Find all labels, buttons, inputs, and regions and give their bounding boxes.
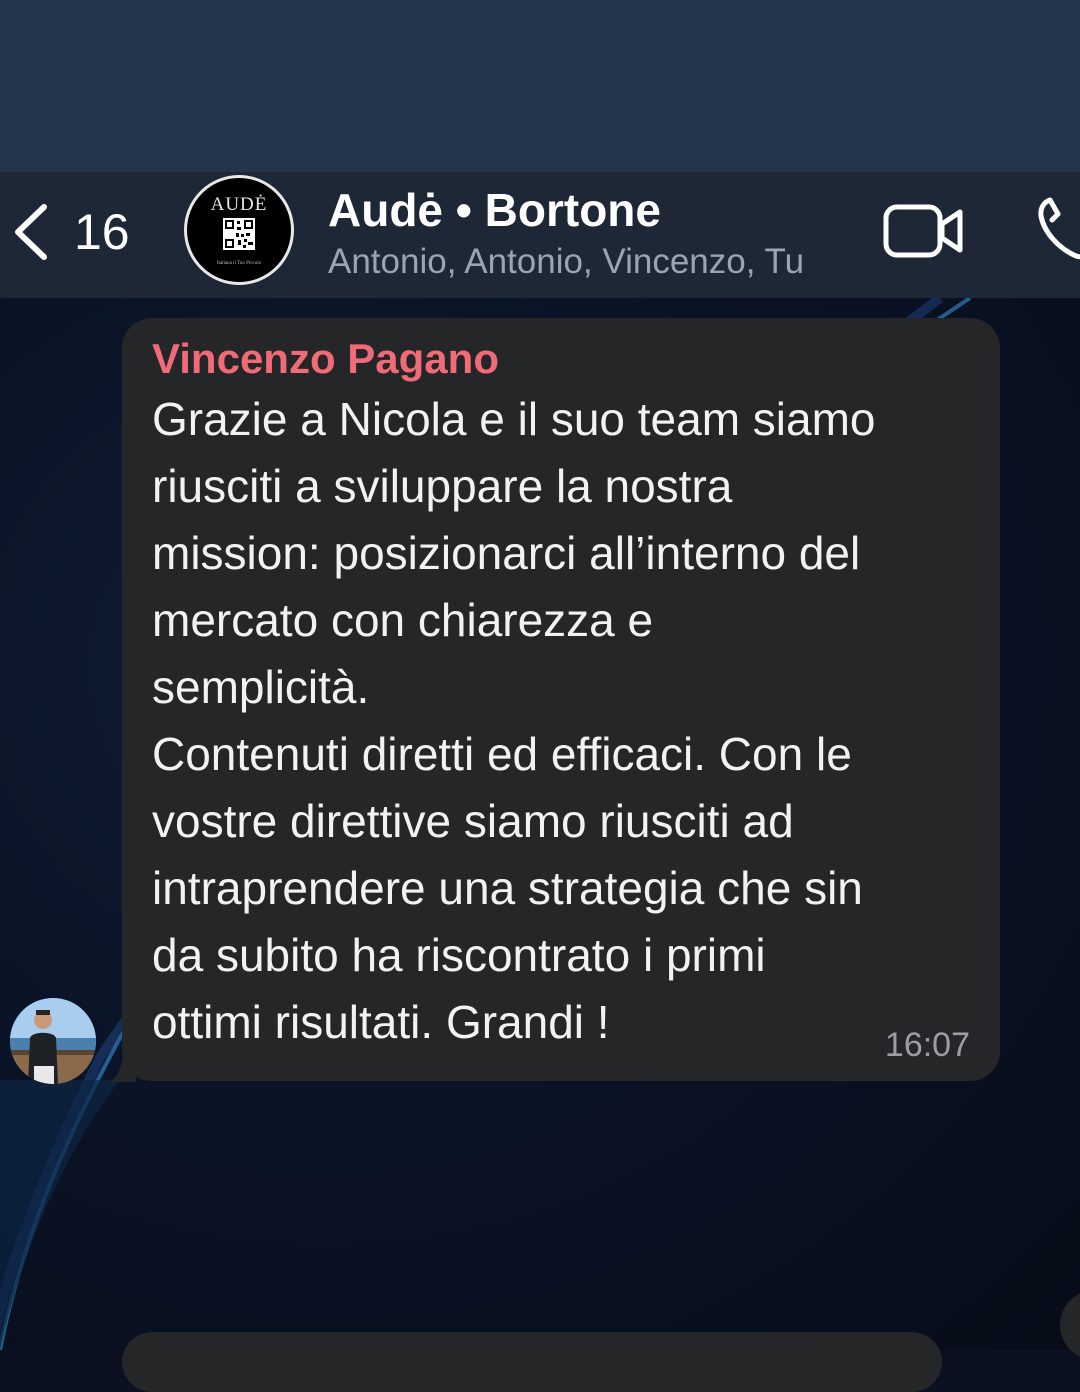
message-timestamp: 16:07 xyxy=(884,1026,970,1064)
video-camera-icon xyxy=(883,204,963,258)
message-line: semplicità. xyxy=(152,661,370,713)
video-call-button[interactable] xyxy=(882,202,966,260)
chat-title-block[interactable]: Audė • Bortone Antonio, Antonio, Vincenz… xyxy=(328,182,868,284)
phone-icon xyxy=(1038,197,1080,260)
next-message-bubble[interactable] xyxy=(122,1332,942,1392)
group-avatar[interactable]: AUDĖ Italiana il Tuo Piccolo xyxy=(184,175,294,285)
chevron-left-icon xyxy=(15,204,47,260)
message-line: mission: posizionarci all’interno del xyxy=(152,527,861,579)
sender-name[interactable]: Vincenzo Pagano xyxy=(152,332,972,386)
status-bar-area xyxy=(0,0,1080,172)
chat-header: 16 AUDĖ Italiana il Tuo Piccolo Audė • B… xyxy=(0,172,1080,298)
chat-title: Audė • Bortone xyxy=(328,184,661,236)
voice-call-button[interactable] xyxy=(1036,196,1080,262)
message-line: riusciti a sviluppare la nostra xyxy=(152,460,733,512)
unread-count: 16 xyxy=(74,204,130,260)
avatar-logo-text: AUDĖ xyxy=(211,194,268,215)
message-line: Grazie a Nicola e il suo team siamo xyxy=(152,393,876,445)
back-button[interactable]: 16 xyxy=(10,200,140,264)
message-line: mercato con chiarezza e xyxy=(152,594,654,646)
qr-logo-icon: AUDĖ Italiana il Tuo Piccolo xyxy=(211,194,268,266)
chat-members: Antonio, Antonio, Vincenzo, Tu xyxy=(328,242,805,281)
message-line: ottimi risultati. Grandi ! xyxy=(152,996,610,1048)
message-line: vostre direttive siamo riusciti ad xyxy=(152,795,794,847)
message-line: Contenuti diretti ed efficaci. Con le xyxy=(152,728,852,780)
avatar-caption: Italiana il Tuo Piccolo xyxy=(217,261,262,266)
sender-avatar[interactable] xyxy=(10,998,96,1084)
message-bubble[interactable]: Vincenzo Pagano Grazie a Nicola e il suo… xyxy=(122,318,1000,1081)
person-photo-icon xyxy=(10,998,96,1084)
message-line: intraprendere una strategia che sin xyxy=(152,862,863,914)
message-line: da subito ha riscontrato i primi xyxy=(152,929,766,981)
